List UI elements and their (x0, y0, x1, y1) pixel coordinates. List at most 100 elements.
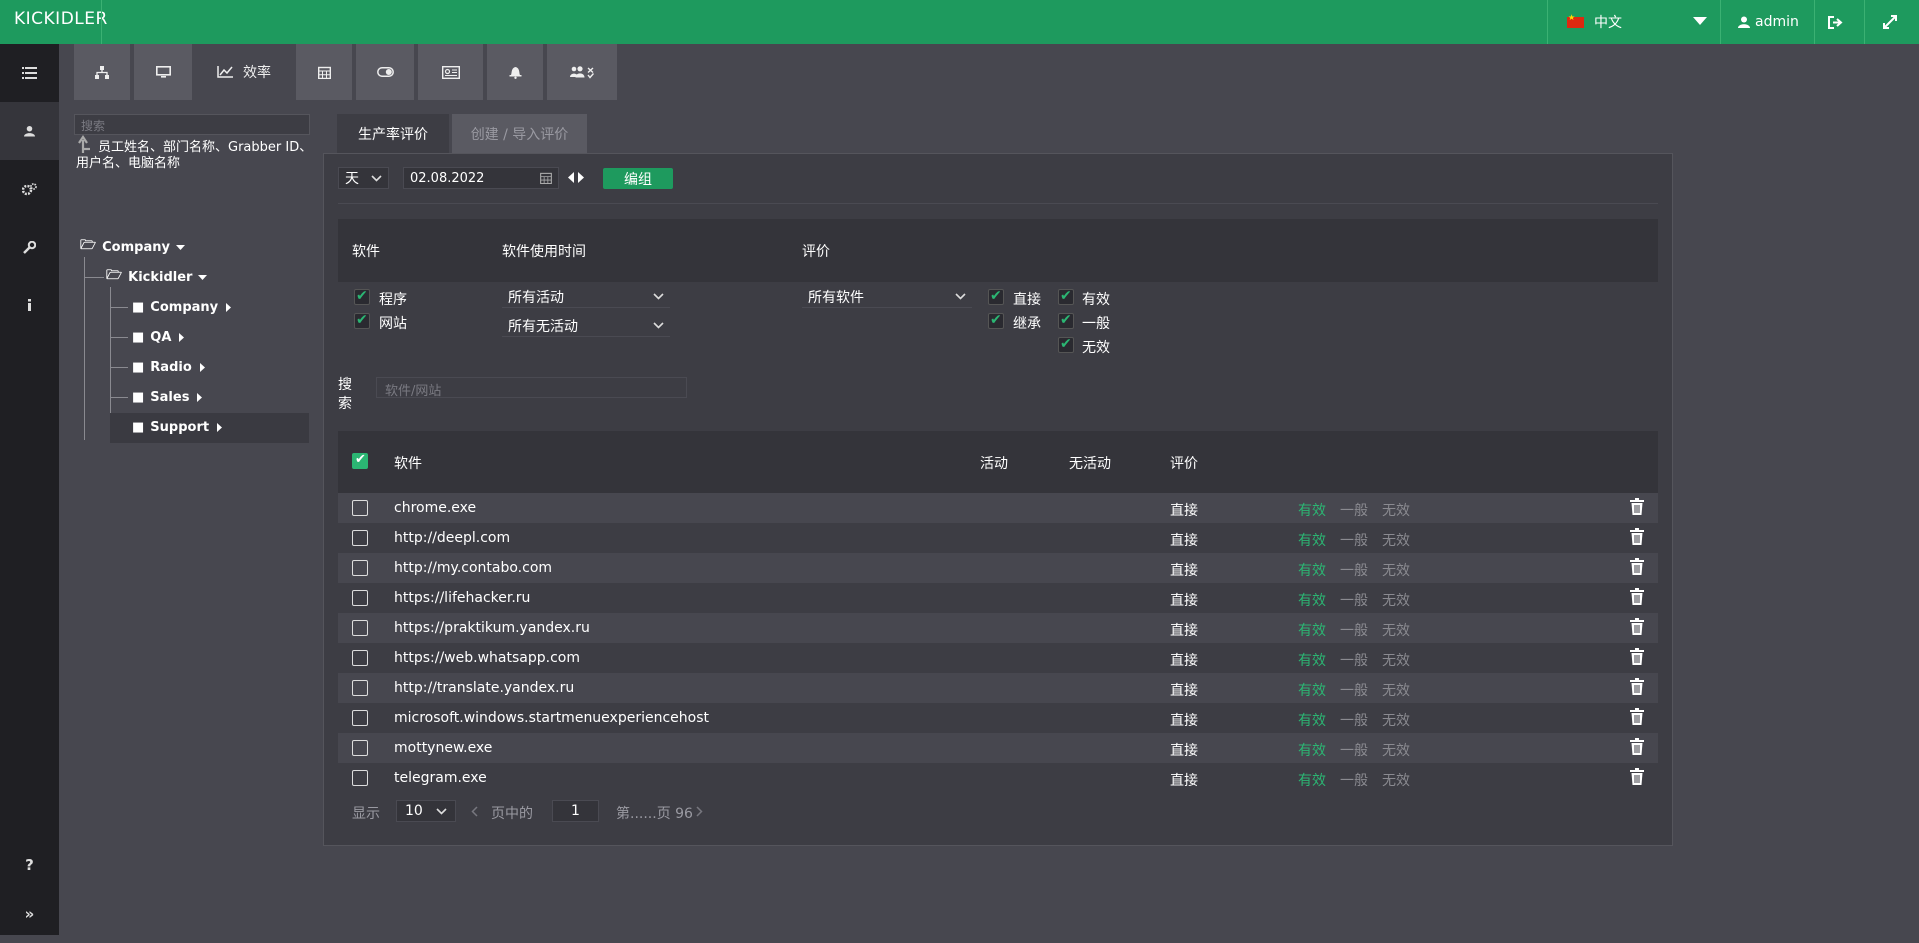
user-menu[interactable]: admin (1738, 0, 1799, 44)
inherited-checkbox[interactable] (988, 312, 1004, 329)
trash-icon[interactable] (1630, 708, 1644, 725)
rating-ineffective-option[interactable]: 无效 (1382, 680, 1410, 700)
row-checkbox[interactable] (352, 530, 368, 546)
rating-normal-option[interactable]: 一般 (1340, 530, 1368, 550)
employee-search-input[interactable]: 搜索 (74, 114, 310, 135)
tab-reports[interactable] (418, 44, 483, 100)
tab-toggle[interactable] (356, 44, 414, 100)
trash-icon[interactable] (1630, 558, 1644, 575)
rating-effective-option[interactable]: 有效 (1298, 770, 1326, 790)
rating-effective-option[interactable]: 有效 (1298, 650, 1326, 670)
tree-node-kickidler[interactable]: 🗁 Kickidler (106, 265, 208, 289)
rating-normal-option[interactable]: 一般 (1340, 500, 1368, 520)
trash-icon[interactable] (1630, 768, 1644, 785)
program-checkbox[interactable] (354, 288, 370, 305)
trash-icon[interactable] (1630, 498, 1644, 515)
prev-date-icon[interactable] (568, 172, 574, 183)
row-checkbox[interactable] (352, 590, 368, 606)
menu-button[interactable] (0, 44, 59, 102)
rating-normal-option[interactable]: 一般 (1340, 590, 1368, 610)
tree-node-sales[interactable]: ■ Sales (132, 385, 203, 409)
rating-ineffective-option[interactable]: 无效 (1382, 740, 1410, 760)
date-input[interactable]: 02.08.2022 (403, 167, 559, 189)
rating-effective-option[interactable]: 有效 (1298, 680, 1326, 700)
row-checkbox[interactable] (352, 650, 368, 666)
next-page-icon[interactable] (696, 806, 703, 817)
rating-effective-option[interactable]: 有效 (1298, 500, 1326, 520)
page-size-select[interactable]: 10 (396, 800, 456, 822)
inactivity-select[interactable]: 所有无活动 (502, 315, 670, 337)
calendar-icon[interactable] (540, 172, 552, 184)
current-page-input[interactable]: 1 (552, 800, 599, 822)
tab-structure[interactable] (74, 44, 130, 100)
tree-node-company[interactable]: ■ Company (132, 295, 232, 319)
edit-group-button[interactable]: 编组 (603, 168, 673, 189)
rating-ineffective-option[interactable]: 无效 (1382, 620, 1410, 640)
rating-effective-option[interactable]: 有效 (1298, 710, 1326, 730)
trash-icon[interactable] (1630, 618, 1644, 635)
tab-monitoring[interactable] (134, 44, 192, 100)
tab-users[interactable] (547, 44, 617, 100)
period-select[interactable]: 天 (338, 167, 389, 189)
table-row[interactable]: http://my.contabo.com 直接 有效 一般 无效 (338, 553, 1658, 583)
row-checkbox[interactable] (352, 620, 368, 636)
fullscreen-button[interactable] (1883, 0, 1897, 44)
direct-checkbox[interactable] (988, 288, 1004, 305)
table-row[interactable]: mottynew.exe 直接 有效 一般 无效 (338, 733, 1658, 763)
trash-icon[interactable] (1630, 738, 1644, 755)
normal-checkbox[interactable] (1058, 312, 1074, 329)
rating-effective-option[interactable]: 有效 (1298, 620, 1326, 640)
table-row[interactable]: https://praktikum.yandex.ru 直接 有效 一般 无效 (338, 613, 1658, 643)
trash-icon[interactable] (1630, 528, 1644, 545)
employees-button[interactable] (0, 102, 59, 160)
tab-notifications[interactable] (487, 44, 543, 100)
rating-normal-option[interactable]: 一般 (1340, 620, 1368, 640)
software-search-input[interactable]: 软件/网站 (376, 377, 687, 399)
row-checkbox[interactable] (352, 560, 368, 576)
tab-productivity-rating[interactable]: 生产率评价 (337, 114, 449, 154)
trash-icon[interactable] (1630, 588, 1644, 605)
tab-calendar[interactable] (296, 44, 352, 100)
next-date-icon[interactable] (578, 172, 584, 183)
tree-node-qa[interactable]: ■ QA (132, 325, 185, 349)
rating-normal-option[interactable]: 一般 (1340, 740, 1368, 760)
rating-ineffective-option[interactable]: 无效 (1382, 500, 1410, 520)
info-button[interactable] (0, 276, 59, 334)
prev-page-icon[interactable] (471, 806, 478, 817)
table-row[interactable]: chrome.exe 直接 有效 一般 无效 (338, 493, 1658, 523)
logo[interactable]: KICKIDLER (14, 9, 108, 29)
rating-effective-option[interactable]: 有效 (1298, 560, 1326, 580)
row-checkbox[interactable] (352, 500, 368, 516)
tree-node-company-root[interactable]: 🗁 Company (80, 235, 185, 259)
rating-effective-option[interactable]: 有效 (1298, 530, 1326, 550)
rating-ineffective-option[interactable]: 无效 (1382, 710, 1410, 730)
rating-effective-option[interactable]: 有效 (1298, 740, 1326, 760)
language-select[interactable]: 中文 (1567, 0, 1707, 44)
tools-button[interactable] (0, 218, 59, 276)
rating-ineffective-option[interactable]: 无效 (1382, 650, 1410, 670)
table-row[interactable]: telegram.exe 直接 有效 一般 无效 (338, 763, 1658, 793)
table-row[interactable]: http://deepl.com 直接 有效 一般 无效 (338, 523, 1658, 553)
row-checkbox[interactable] (352, 710, 368, 726)
tree-node-support[interactable]: ■ Support (132, 415, 223, 439)
trash-icon[interactable] (1630, 678, 1644, 695)
row-checkbox[interactable] (352, 770, 368, 786)
table-row[interactable]: http://translate.yandex.ru 直接 有效 一般 无效 (338, 673, 1658, 703)
select-all-checkbox[interactable] (352, 452, 368, 469)
software-select[interactable]: 所有软件 (802, 286, 972, 308)
rating-normal-option[interactable]: 一般 (1340, 650, 1368, 670)
rating-normal-option[interactable]: 一般 (1340, 770, 1368, 790)
effective-checkbox[interactable] (1058, 288, 1074, 305)
tab-efficiency[interactable]: 效率 (196, 44, 292, 100)
row-checkbox[interactable] (352, 740, 368, 756)
logout-button[interactable] (1828, 0, 1843, 44)
rating-normal-option[interactable]: 一般 (1340, 680, 1368, 700)
activity-select[interactable]: 所有活动 (502, 286, 670, 308)
table-row[interactable]: https://lifehacker.ru 直接 有效 一般 无效 (338, 583, 1658, 613)
ineffective-checkbox[interactable] (1058, 336, 1074, 353)
rating-ineffective-option[interactable]: 无效 (1382, 770, 1410, 790)
rating-ineffective-option[interactable]: 无效 (1382, 560, 1410, 580)
trash-icon[interactable] (1630, 648, 1644, 665)
rating-normal-option[interactable]: 一般 (1340, 560, 1368, 580)
rating-effective-option[interactable]: 有效 (1298, 590, 1326, 610)
